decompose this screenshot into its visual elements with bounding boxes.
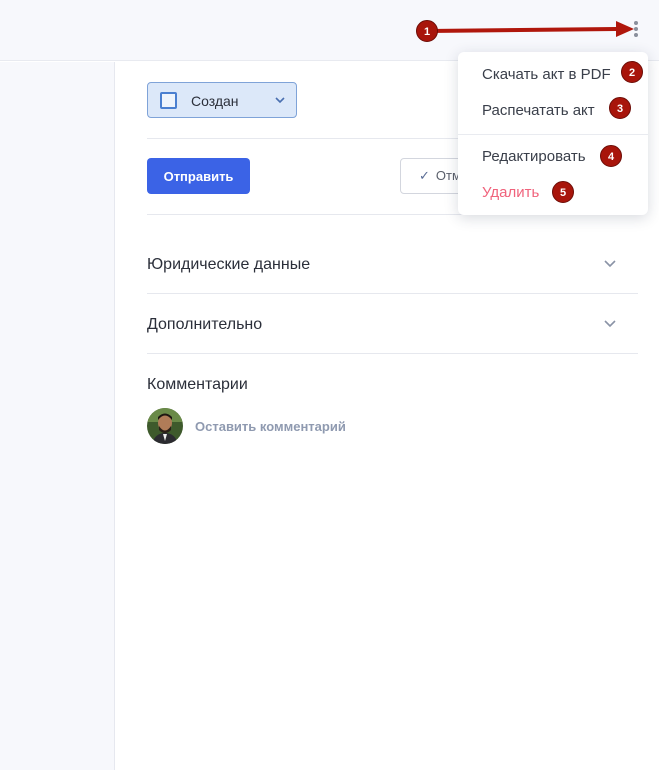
menu-item-edit[interactable]: Редактировать: [482, 148, 586, 165]
comments-title: Комментарии: [147, 376, 248, 393]
annotation-badge-3: 3: [609, 97, 631, 119]
left-sidebar: [0, 62, 115, 770]
menu-item-delete[interactable]: Удалить: [482, 184, 539, 201]
menu-divider: [458, 134, 648, 135]
send-button[interactable]: Отправить: [147, 158, 250, 194]
annotation-badge-4: 4: [600, 145, 622, 167]
arrow-annotation-icon: [426, 21, 634, 37]
section-title-legal[interactable]: Юридические данные: [147, 256, 310, 274]
checkbox-icon[interactable]: [160, 92, 177, 109]
status-select[interactable]: Создан: [147, 82, 297, 118]
annotation-badge-5: 5: [552, 181, 574, 203]
annotation-badge-1: 1: [416, 20, 438, 42]
divider: [147, 293, 638, 294]
comment-input[interactable]: Оставить комментарий: [195, 419, 346, 434]
divider: [147, 353, 638, 354]
chevron-down-icon: [275, 97, 285, 104]
chevron-down-icon[interactable]: [603, 317, 617, 331]
status-label: Создан: [191, 93, 239, 109]
menu-item-download-pdf[interactable]: Скачать акт в PDF: [482, 66, 611, 83]
menu-item-print[interactable]: Распечатать акт: [482, 102, 595, 119]
check-icon: ✓: [419, 168, 430, 183]
avatar: [147, 408, 183, 444]
chevron-down-icon[interactable]: [603, 257, 617, 271]
section-title-additional[interactable]: Дополнительно: [147, 316, 262, 334]
annotation-badge-2: 2: [621, 61, 643, 83]
